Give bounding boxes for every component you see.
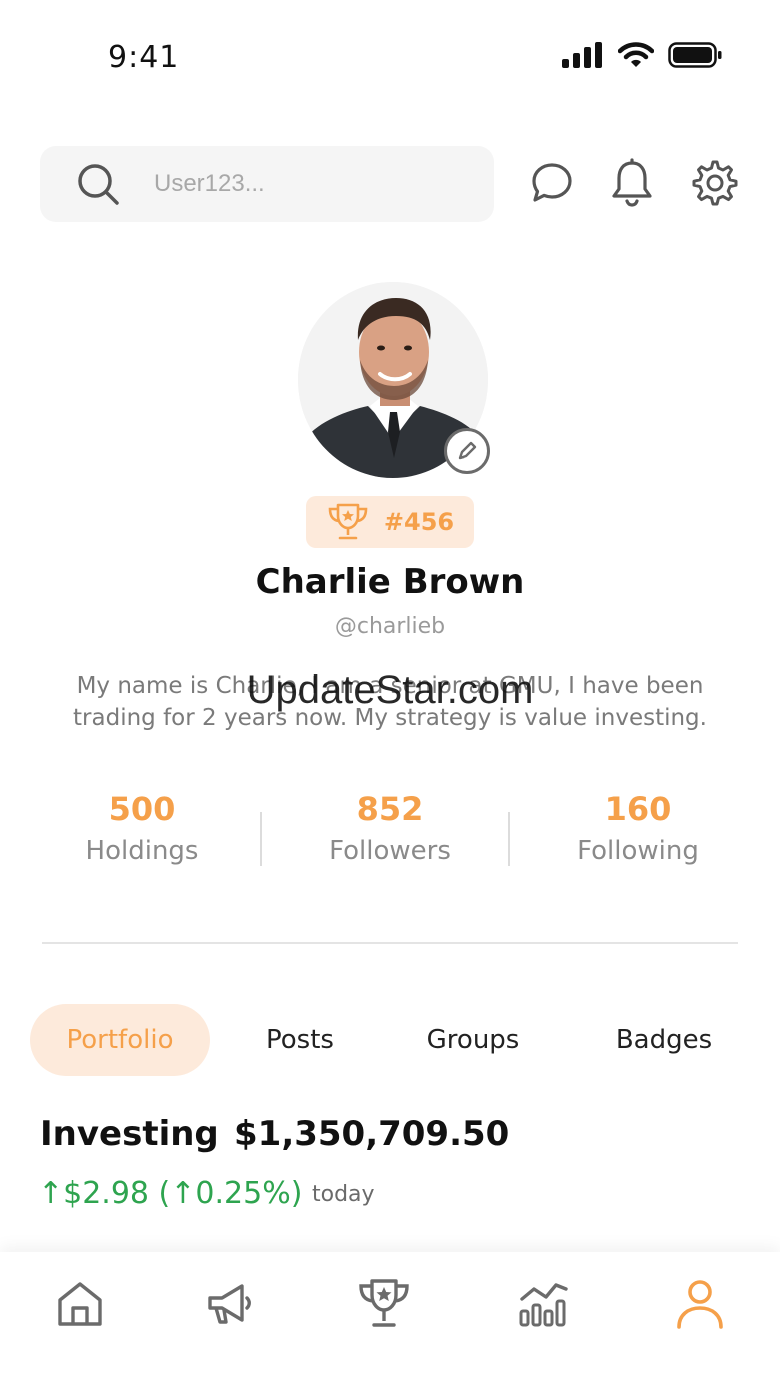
chart-icon xyxy=(519,1283,568,1327)
watermark: UpdateStar.com xyxy=(246,668,534,712)
trophy-icon xyxy=(328,503,368,540)
profile-stats: 500 Holdings 852 Followers 160 Following xyxy=(18,790,762,866)
search-icon xyxy=(78,164,119,205)
gear-icon xyxy=(692,160,738,206)
status-bar: 9:41 xyxy=(0,0,780,110)
megaphone-icon xyxy=(208,1284,251,1324)
nav-home[interactable] xyxy=(50,1274,110,1334)
notifications-button[interactable] xyxy=(607,158,657,208)
status-time: 9:41 xyxy=(108,40,180,75)
edit-avatar-button[interactable] xyxy=(444,428,490,474)
chat-bubble-icon xyxy=(532,163,572,202)
stat-followers[interactable]: 852 Followers xyxy=(266,790,514,866)
portfolio-period: today xyxy=(312,1182,375,1207)
profile-icon xyxy=(677,1280,723,1329)
rank-badge: #456 xyxy=(306,496,474,548)
home-icon xyxy=(58,1282,102,1326)
portfolio-value: $1,350,709.50 xyxy=(234,1114,510,1154)
portfolio-change: ↑$2.98 (↑0.25%) xyxy=(38,1176,303,1211)
signal-icon xyxy=(562,42,602,68)
stat-divider xyxy=(508,812,510,866)
stat-divider xyxy=(260,812,262,866)
rank-value: #456 xyxy=(383,508,455,536)
bell-icon xyxy=(612,158,652,207)
tab-badges[interactable]: Badges xyxy=(590,1004,738,1076)
stat-label: Holdings xyxy=(85,836,199,866)
battery-icon xyxy=(668,42,722,68)
stat-label: Following xyxy=(577,836,699,866)
stat-label: Followers xyxy=(329,836,451,866)
tab-groups[interactable]: Groups xyxy=(400,1004,546,1076)
stat-holdings[interactable]: 500 Holdings xyxy=(18,790,266,866)
stat-following[interactable]: 160 Following xyxy=(514,790,762,866)
nav-announcements[interactable] xyxy=(198,1274,258,1334)
messages-button[interactable] xyxy=(527,158,577,208)
pencil-icon xyxy=(458,441,477,460)
nav-leaderboard[interactable] xyxy=(354,1274,414,1334)
nav-profile[interactable] xyxy=(670,1274,730,1334)
nav-analytics[interactable] xyxy=(514,1274,574,1334)
stat-value: 852 xyxy=(356,790,424,828)
portfolio-title: Investing xyxy=(40,1114,219,1154)
tab-portfolio[interactable]: Portfolio xyxy=(30,1004,210,1076)
settings-button[interactable] xyxy=(690,158,740,208)
profile-name: Charlie Brown xyxy=(255,562,525,602)
section-divider xyxy=(42,942,738,944)
wifi-icon xyxy=(618,42,654,67)
profile-tabs: Portfolio Posts Groups Badges xyxy=(30,1004,750,1076)
tab-posts[interactable]: Posts xyxy=(230,1004,370,1076)
search-placeholder: User123... xyxy=(154,170,265,197)
search-input[interactable]: User123... xyxy=(40,146,494,222)
profile-handle: @charlieb xyxy=(334,614,446,639)
status-icons xyxy=(562,42,722,68)
stat-value: 160 xyxy=(604,790,672,828)
avatar-container xyxy=(298,282,492,480)
trophy-icon xyxy=(359,1279,409,1327)
stat-value: 500 xyxy=(108,790,176,828)
bottom-nav xyxy=(0,1252,780,1387)
